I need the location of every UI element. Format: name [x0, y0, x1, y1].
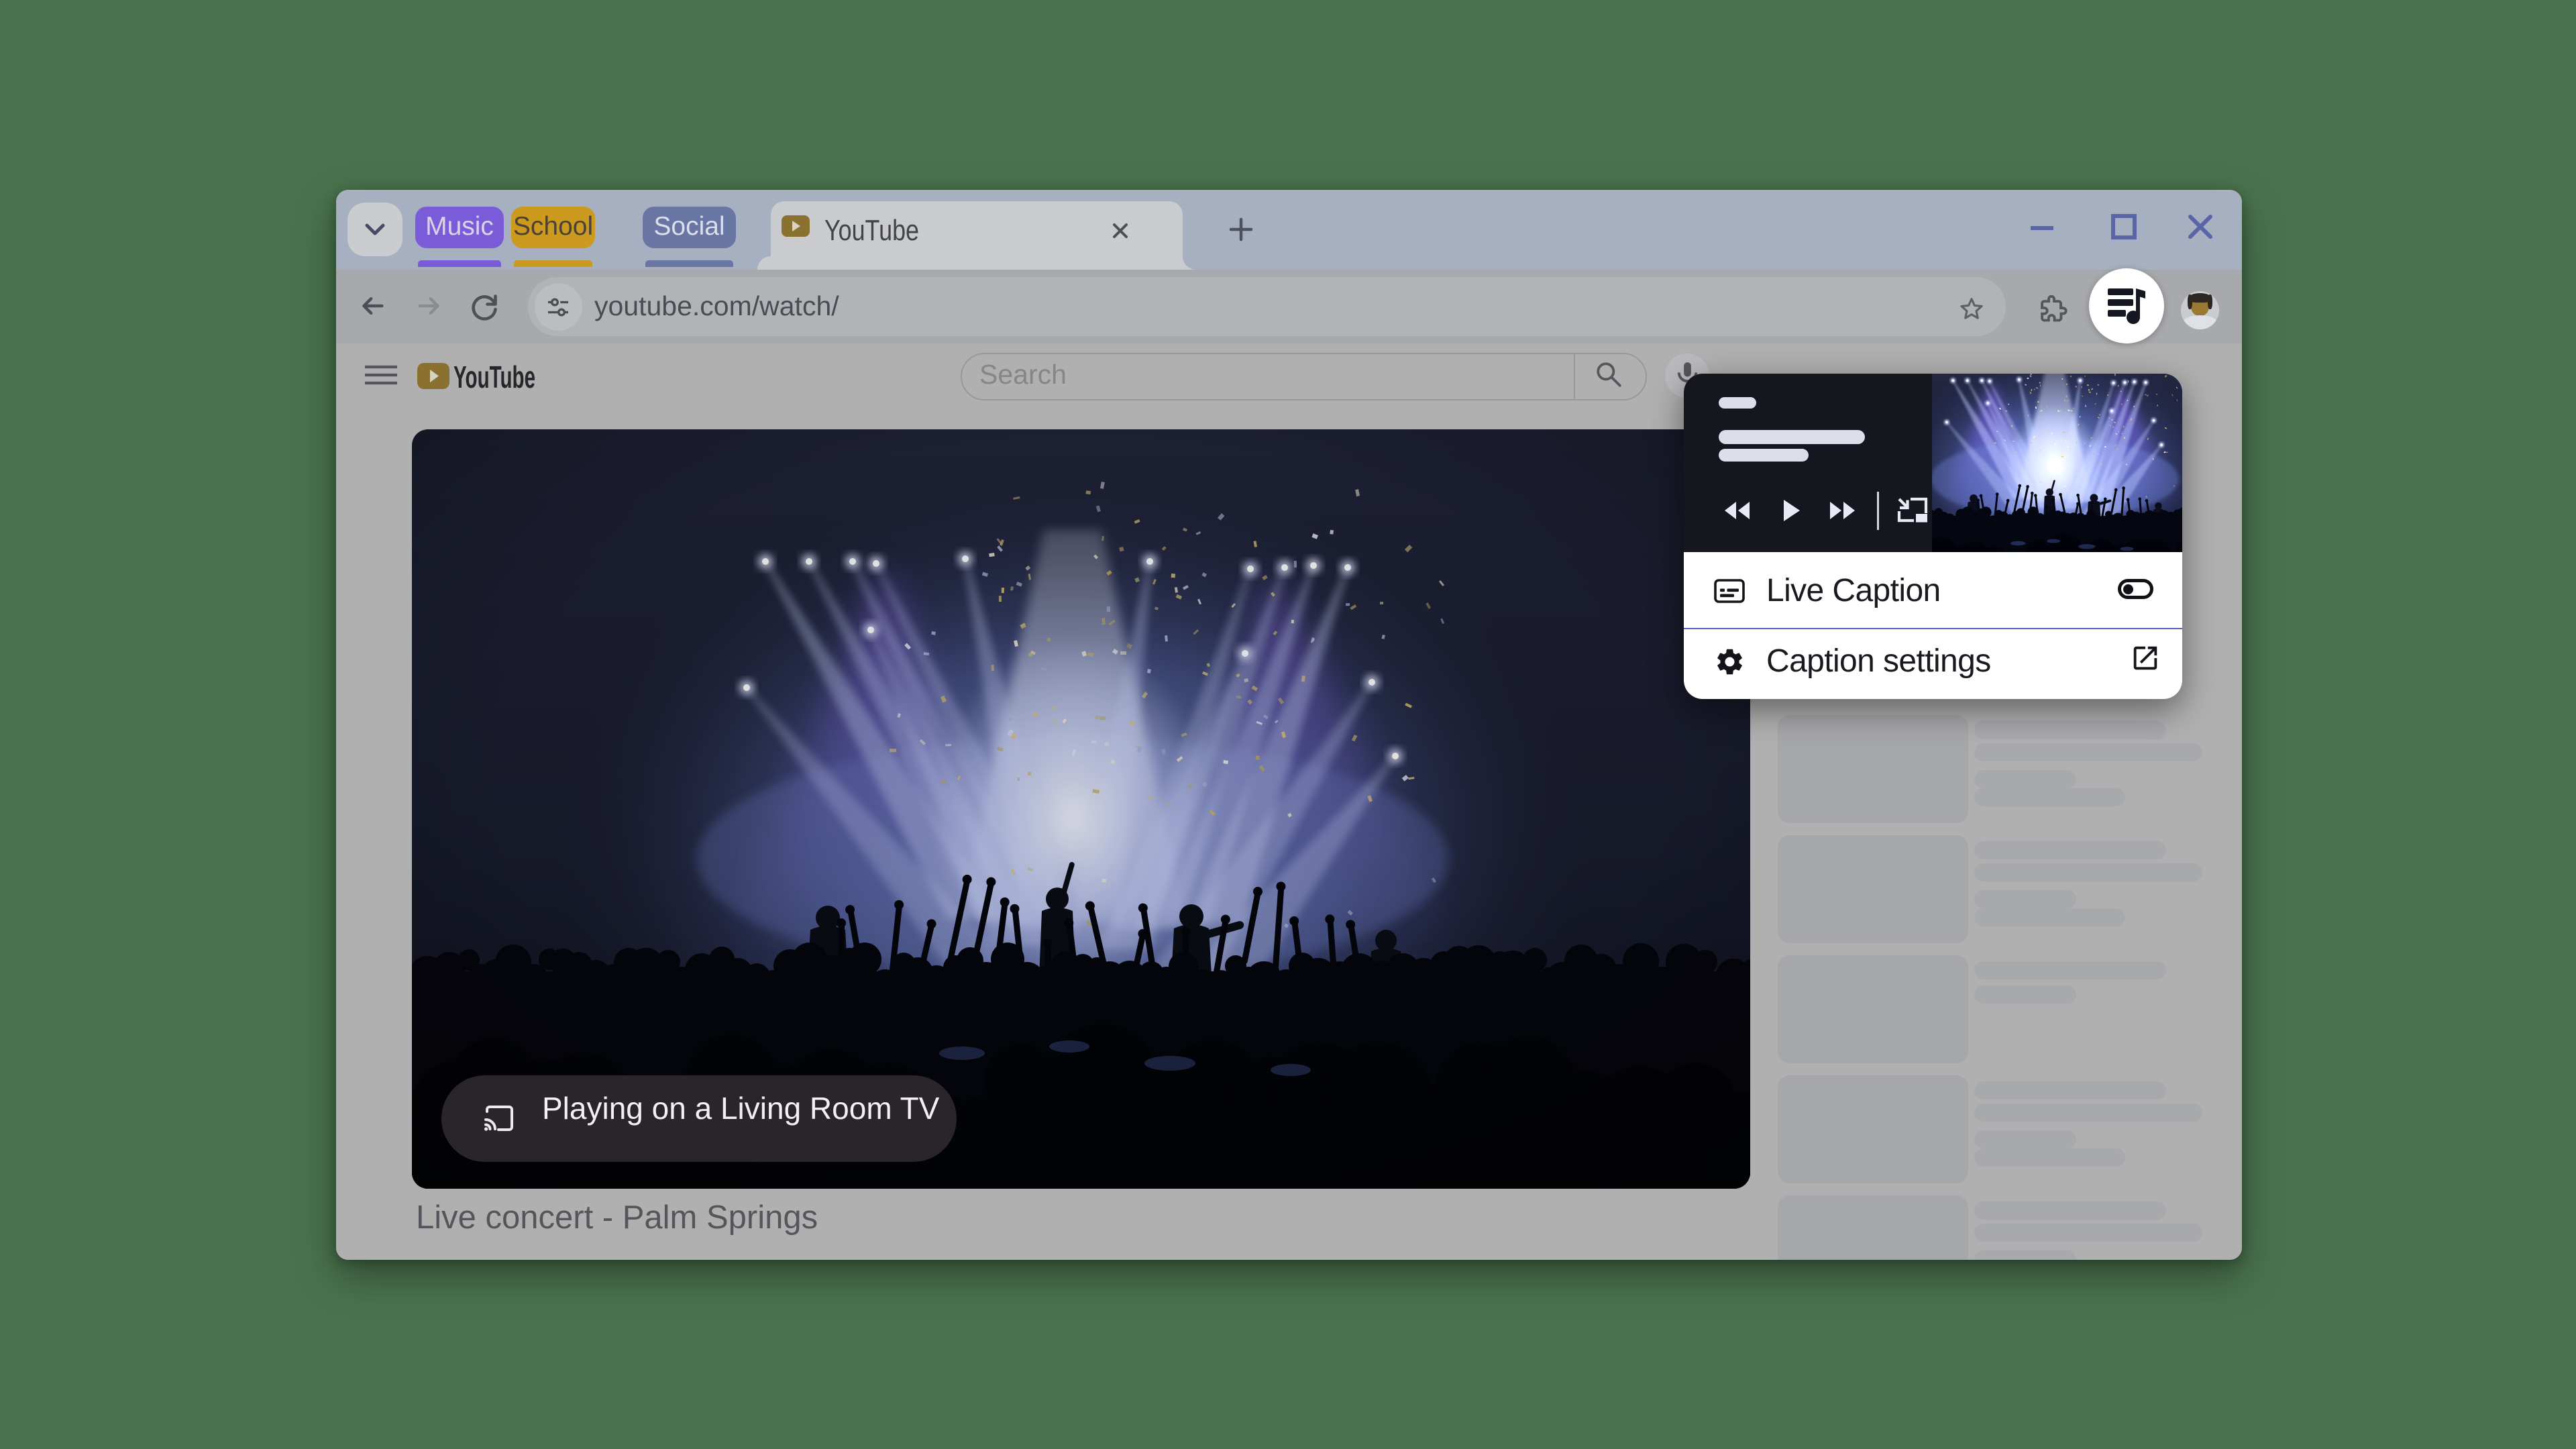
svg-text:YouTube: YouTube [453, 361, 535, 394]
svg-text:YouTube: YouTube [824, 214, 919, 247]
